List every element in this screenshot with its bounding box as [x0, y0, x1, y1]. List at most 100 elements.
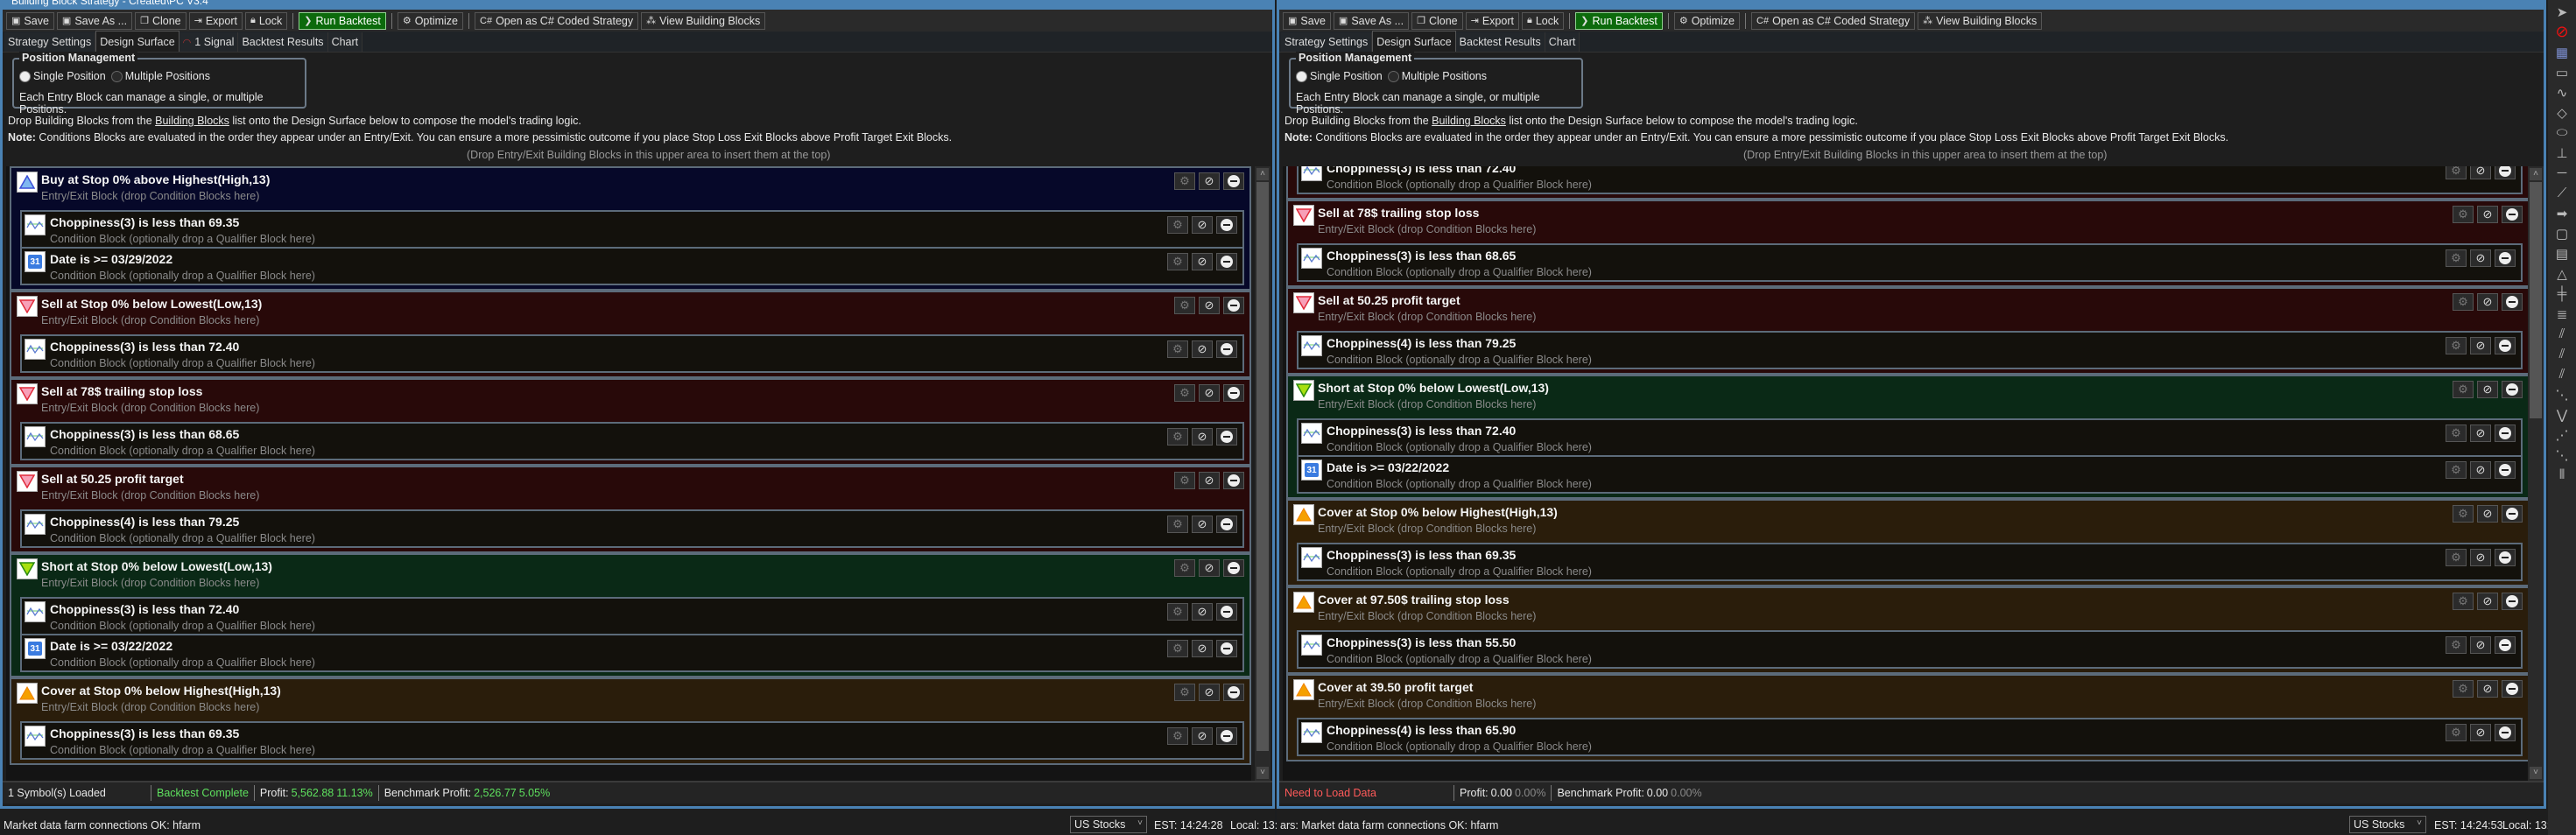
optimize-button[interactable]: ⚙ Optimize — [397, 11, 464, 30]
horizontal-line-icon[interactable]: ─ — [2550, 163, 2574, 183]
rectangle-icon[interactable]: ▢ — [2550, 223, 2574, 243]
settings-button[interactable]: ⚙ — [1167, 640, 1188, 657]
remove-button[interactable] — [1223, 684, 1244, 701]
trend-line-icon[interactable]: ⟋ — [2550, 183, 2574, 203]
vertical-line-icon[interactable]: ⊥ — [2550, 143, 2574, 163]
market-select[interactable]: US Stocks ˅ — [2349, 816, 2426, 833]
remove-button[interactable] — [2495, 249, 2516, 267]
vertical-scrollbar[interactable]: ˄ ˅ — [1255, 166, 1270, 781]
remove-button[interactable] — [2502, 593, 2523, 610]
remove-button[interactable] — [2502, 381, 2523, 398]
settings-button[interactable]: ⚙ — [1167, 340, 1188, 358]
disable-button[interactable]: ⊘ — [1199, 684, 1220, 701]
remove-button[interactable] — [1216, 727, 1237, 745]
settings-button[interactable]: ⚙ — [2453, 381, 2474, 398]
disable-button[interactable]: ⊘ — [2477, 680, 2498, 698]
settings-button[interactable]: ⚙ — [2453, 293, 2474, 311]
tab-design-surface[interactable]: Design Surface — [95, 31, 179, 52]
remove-button[interactable] — [2502, 293, 2523, 311]
volume-profile-icon[interactable]: ≣ — [2550, 304, 2574, 324]
market-select[interactable]: US Stocks ˅ — [1070, 816, 1147, 833]
condition-block[interactable]: Choppiness(3) is less than 55.50 Conditio… — [1297, 630, 2523, 669]
scroll-up-icon[interactable]: ˄ — [2530, 168, 2542, 180]
remove-button[interactable] — [1223, 172, 1244, 190]
settings-button[interactable]: ⚙ — [2453, 593, 2474, 610]
condition-block[interactable]: 31 Date is >= 03/29/2022 Condition Block (… — [20, 247, 1244, 285]
remove-button[interactable] — [1216, 603, 1237, 621]
fibonacci-extension-icon[interactable]: ⋁ — [2550, 404, 2574, 425]
condition-block[interactable]: Choppiness(4) is less than 79.25 Conditio… — [1297, 331, 2523, 369]
settings-button[interactable]: ⚙ — [2446, 636, 2467, 654]
remove-button[interactable] — [2502, 680, 2523, 698]
disable-button[interactable]: ⊘ — [2470, 249, 2491, 267]
tab-design-surface[interactable]: Design Surface — [1372, 31, 1456, 52]
open-csharp-button[interactable]: C# Open as C# Coded Strategy — [1751, 11, 1916, 30]
entry-block[interactable]: Cover at 39.50 profit target Entry/Exit B… — [1286, 674, 2530, 761]
clone-button[interactable]: ❐ Clone — [135, 11, 187, 30]
remove-button[interactable] — [1223, 384, 1244, 402]
entry-block[interactable]: Sell at 78$ trailing stop loss Entry/Exit… — [10, 378, 1251, 466]
disable-button[interactable]: ⊘ — [2470, 166, 2491, 179]
entry-block[interactable]: Short at Stop 0% below Lowest(Low,13) Ent… — [10, 553, 1251, 677]
disable-button[interactable]: ⊘ — [1192, 340, 1213, 358]
condition-block[interactable]: 31 Date is >= 03/22/2022 Condition Block (… — [20, 634, 1244, 672]
remove-button[interactable] — [2495, 461, 2516, 479]
disable-button[interactable]: ⊘ — [2470, 724, 2491, 741]
disable-button[interactable]: ⊘ — [1192, 603, 1213, 621]
entry-block[interactable]: Cover at Stop 0% below Highest(High,13) E… — [1286, 499, 2530, 586]
condition-block[interactable]: Choppiness(3) is less than 69.35 Conditio… — [1297, 543, 2523, 581]
condition-block[interactable]: Choppiness(3) is less than 72.40 Conditio… — [1297, 166, 2523, 194]
tab-chart[interactable]: Chart — [1545, 32, 1580, 52]
tab-signals[interactable]: ◠ 1 Signal — [179, 32, 239, 52]
remove-button[interactable] — [2495, 636, 2516, 654]
grid-icon[interactable]: ▦ — [2550, 42, 2574, 62]
disable-button[interactable]: ⊘ — [2470, 461, 2491, 479]
settings-button[interactable]: ⚙ — [2453, 206, 2474, 223]
save-button[interactable]: ▣ Save — [1283, 11, 1331, 30]
battery-icon[interactable]: ▭ — [2550, 62, 2574, 82]
view-building-blocks-button[interactable]: ⁂ View Building Blocks — [641, 11, 766, 30]
condition-block[interactable]: Choppiness(3) is less than 72.40 Conditio… — [20, 597, 1244, 635]
remove-button[interactable] — [1216, 640, 1237, 657]
channel-icon[interactable]: ⫽ — [2550, 324, 2574, 344]
settings-button[interactable]: ⚙ — [2446, 249, 2467, 267]
entry-block[interactable]: Sell at Stop 0% below Lowest(Low,13) Entr… — [10, 291, 1251, 378]
disable-button[interactable]: ⊘ — [1192, 640, 1213, 657]
scroll-thumb[interactable] — [2530, 182, 2542, 418]
remove-button[interactable] — [1216, 516, 1237, 533]
run-backtest-button[interactable]: ❯ Run Backtest — [299, 11, 386, 30]
save-as-button[interactable]: ▣ Save As ... — [1333, 11, 1410, 30]
disable-button[interactable]: ⊘ — [2470, 337, 2491, 354]
settings-button[interactable]: ⚙ — [2446, 549, 2467, 566]
settings-button[interactable]: ⚙ — [1167, 216, 1188, 234]
settings-button[interactable]: ⚙ — [1167, 603, 1188, 621]
crosshair-icon[interactable]: ╪ — [2550, 284, 2574, 304]
text-box-icon[interactable]: ▤ — [2550, 243, 2574, 263]
disable-button[interactable]: ⊘ — [2470, 425, 2491, 442]
fibonacci-arcs-icon[interactable]: ⋱ — [2550, 445, 2574, 465]
settings-button[interactable]: ⚙ — [1174, 297, 1195, 314]
disable-button[interactable]: ⊘ — [2477, 206, 2498, 223]
settings-button[interactable]: ⚙ — [1174, 472, 1195, 489]
disable-button[interactable]: ⊘ — [1199, 384, 1220, 402]
condition-block[interactable]: 31 Date is >= 03/22/2022 Condition Block (… — [1297, 455, 2523, 494]
remove-button[interactable] — [1216, 428, 1237, 446]
remove-button[interactable] — [1223, 472, 1244, 489]
view-building-blocks-button[interactable]: ⁂ View Building Blocks — [1918, 11, 2043, 30]
clone-button[interactable]: ❐ Clone — [1411, 11, 1463, 30]
remove-button[interactable] — [2495, 549, 2516, 566]
condition-block[interactable]: Choppiness(3) is less than 68.65 Conditio… — [20, 422, 1244, 460]
settings-button[interactable]: ⚙ — [1167, 428, 1188, 446]
time-zones-icon[interactable]: ⦀ — [2550, 465, 2574, 485]
entry-block[interactable]: Sell at 50.25 profit target Entry/Exit Bl… — [1286, 287, 2530, 375]
disable-button[interactable]: ⊘ — [1199, 297, 1220, 314]
disable-button[interactable]: ⊘ — [1192, 428, 1213, 446]
tab-backtest-results[interactable]: Backtest Results — [1455, 32, 1545, 52]
scroll-up-icon[interactable]: ˄ — [1256, 168, 1269, 180]
cursor-icon[interactable]: ➤ — [2550, 2, 2574, 22]
disable-button[interactable]: ⊘ — [2477, 505, 2498, 523]
arrow-icon[interactable]: ➡ — [2550, 203, 2574, 223]
building-blocks-link[interactable]: Building Blocks — [155, 115, 229, 127]
disable-button[interactable]: ⊘ — [1199, 172, 1220, 190]
remove-button[interactable] — [1223, 559, 1244, 577]
